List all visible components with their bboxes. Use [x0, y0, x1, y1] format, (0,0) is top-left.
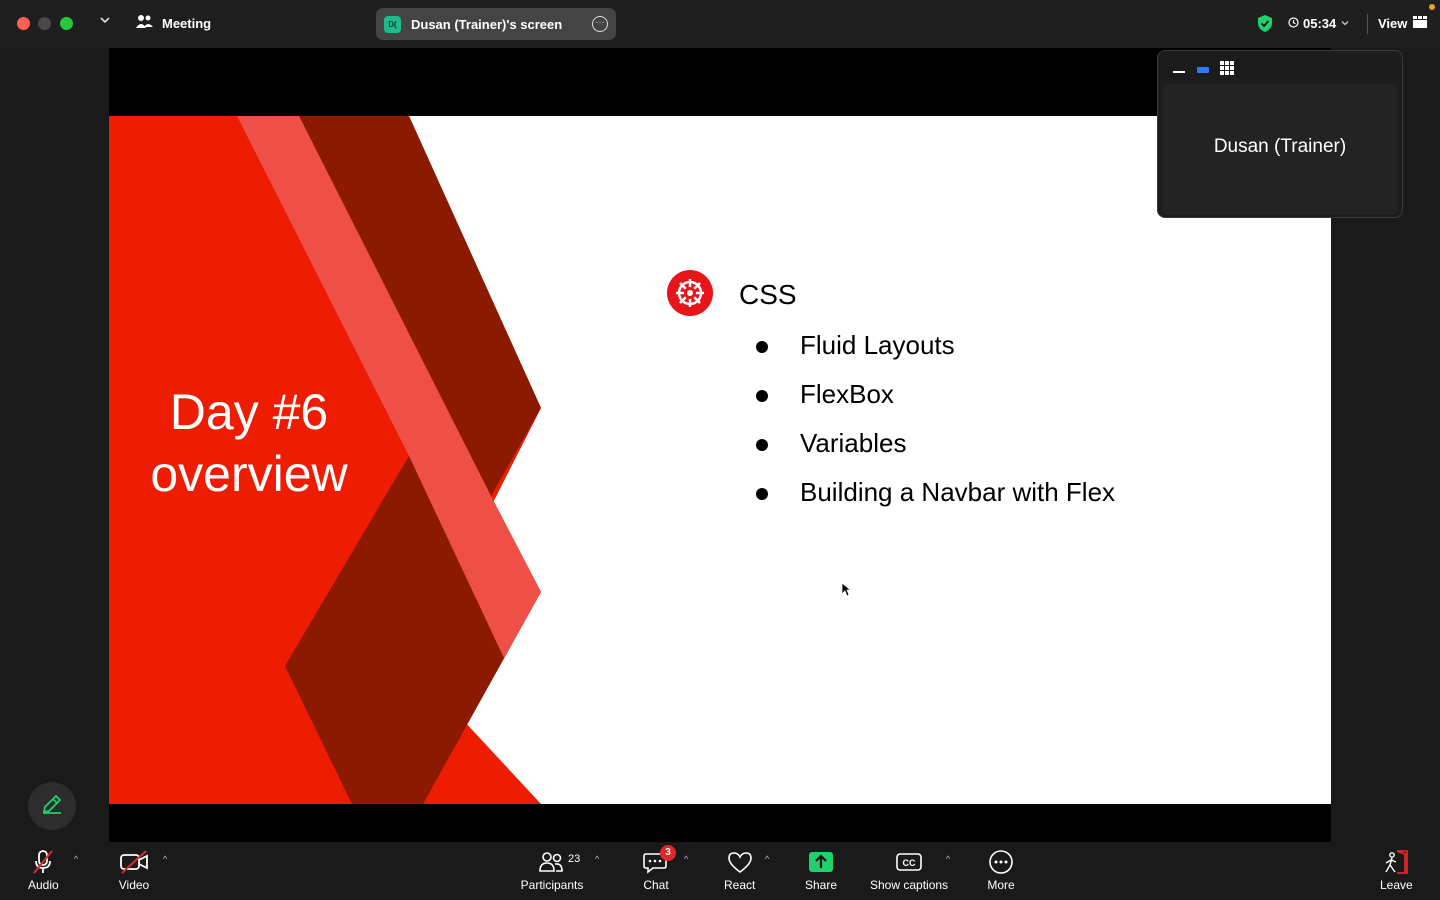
timer-value: 05:34 [1303, 16, 1337, 31]
video-off-icon [118, 848, 150, 876]
people-icon [136, 14, 154, 33]
presenter-avatar: D( [384, 15, 401, 33]
leave-door-icon [1381, 848, 1411, 876]
video-options-caret[interactable]: ^ [163, 854, 167, 864]
audio-label: Audio [28, 878, 59, 892]
view-button[interactable]: View [1378, 16, 1428, 31]
minimize-thumbnail-icon[interactable] [1172, 62, 1186, 80]
share-label: Share [805, 878, 838, 892]
participant-thumbnail-panel[interactable]: Dusan (Trainer) [1157, 50, 1403, 218]
screen-share-label: Dusan (Trainer)'s screen [411, 16, 563, 32]
mouse-cursor-icon [841, 582, 852, 602]
presentation-slide: Day #6 overview CSS Fluid Layouts FlexBo… [109, 116, 1331, 804]
bullet-item: Building a Navbar with Flex [754, 473, 1115, 522]
bullet-item: Variables [754, 424, 1115, 473]
view-label: View [1378, 16, 1408, 31]
more-button[interactable]: More [986, 848, 1016, 892]
leave-label: Leave [1380, 878, 1413, 892]
security-shield-icon[interactable] [1257, 14, 1273, 38]
chat-label: Chat [643, 878, 669, 892]
recording-indicator [1429, 4, 1435, 10]
divider [1367, 14, 1368, 34]
chevron-down-icon [1340, 16, 1350, 31]
chat-unread-badge: 3 [660, 845, 676, 861]
audio-button[interactable]: Audio [28, 848, 59, 892]
muted-microphone-icon [29, 848, 57, 876]
react-button[interactable]: React [724, 848, 755, 892]
share-screen-icon [806, 848, 836, 876]
slide-title-line1: Day #6 [169, 384, 329, 440]
participants-count: 23 [568, 853, 581, 865]
active-speaker-icon[interactable] [1196, 62, 1210, 80]
meeting-timer[interactable]: 05:34 [1288, 16, 1350, 31]
more-options-icon[interactable]: ··· [592, 16, 608, 32]
gallery-grid-icon[interactable] [1220, 61, 1234, 80]
closed-captions-icon: CC [894, 848, 924, 876]
chevron-down-icon[interactable] [99, 14, 111, 29]
slide-title: Day #6 overview [149, 381, 349, 505]
bullet-item: Fluid Layouts [754, 326, 1115, 375]
participant-video-tile[interactable]: Dusan (Trainer) [1162, 84, 1398, 215]
share-button[interactable]: Share [805, 848, 837, 892]
more-label: More [987, 878, 1015, 892]
video-label: Video [118, 878, 150, 892]
video-button[interactable]: Video [118, 848, 150, 892]
minimize-window-button[interactable] [38, 17, 51, 30]
title-bar: Meeting D( Dusan (Trainer)'s screen ··· … [0, 0, 1440, 48]
react-label: React [724, 878, 756, 892]
chat-options-caret[interactable]: ^ [684, 854, 688, 864]
captions-options-caret[interactable]: ^ [946, 854, 950, 864]
meeting-controls-bar [0, 842, 1440, 900]
svg-text:CC: CC [903, 858, 916, 868]
meeting-info-button[interactable]: Meeting [136, 14, 211, 33]
annotate-button[interactable] [28, 782, 76, 830]
show-captions-button[interactable]: CC Show captions [870, 848, 948, 892]
slide-title-line2: overview [150, 446, 348, 502]
leave-button[interactable]: Leave [1380, 848, 1413, 892]
participant-name: Dusan (Trainer) [1213, 135, 1347, 157]
bullet-list: Fluid Layouts FlexBox Variables Building… [754, 326, 1115, 522]
heart-icon [725, 848, 755, 876]
participants-options-caret[interactable]: ^ [595, 854, 599, 864]
slide-heading: CSS [739, 279, 797, 310]
grid-view-icon [1413, 16, 1428, 31]
meeting-label: Meeting [162, 16, 212, 31]
bullet-item: FlexBox [754, 375, 1115, 424]
fullscreen-window-button[interactable] [60, 17, 73, 30]
close-window-button[interactable] [17, 17, 30, 30]
thumbnail-toolbar [1172, 61, 1234, 80]
clock-icon [1288, 16, 1299, 31]
participants-label: Participants [520, 878, 584, 892]
audio-options-caret[interactable]: ^ [74, 854, 78, 864]
more-icon [986, 848, 1016, 876]
gear-logo-icon [667, 270, 713, 316]
screen-share-indicator[interactable]: D( Dusan (Trainer)'s screen ··· [376, 8, 616, 40]
react-options-caret[interactable]: ^ [765, 854, 769, 864]
pencil-icon [40, 792, 64, 821]
show-captions-label: Show captions [870, 878, 949, 892]
